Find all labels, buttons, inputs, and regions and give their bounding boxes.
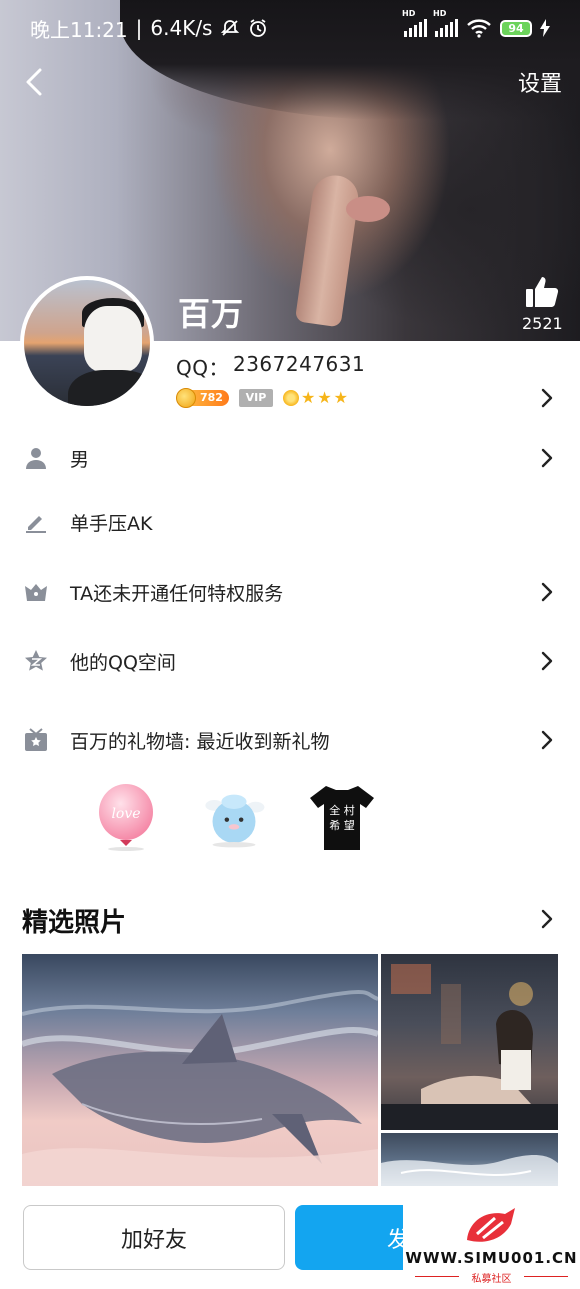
girl-window-illustration xyxy=(381,964,558,1130)
chevron-right-icon[interactable] xyxy=(540,908,554,930)
featured-photo-girl-window[interactable] xyxy=(381,954,558,1130)
profile-nickname: 百万 xyxy=(178,295,245,333)
watermark-logo xyxy=(467,1208,515,1242)
status-net-speed: 6.4K/s xyxy=(150,16,213,40)
svg-text:love: love xyxy=(111,806,140,822)
like-button[interactable]: 2521 xyxy=(522,276,563,333)
info-row-signature[interactable]: 单手压AK xyxy=(0,502,580,542)
signal-1-icon: HD xyxy=(402,9,427,37)
coin-icon xyxy=(176,388,196,408)
svg-text:全 村: 全 村 xyxy=(329,803,355,817)
gift-list: love 全 村 希 望 xyxy=(92,782,376,852)
cover-finger-shape xyxy=(294,172,362,328)
mute-bell-icon xyxy=(221,20,240,36)
featured-photo-sea[interactable] xyxy=(381,1133,558,1186)
whale-illustration xyxy=(22,990,378,1186)
gift-box-icon xyxy=(25,728,47,751)
badges-row[interactable]: 782 VIP ★ ★ ★ xyxy=(176,388,348,408)
thumbs-up-icon xyxy=(526,277,559,307)
alarm-icon xyxy=(250,19,267,37)
crown-icon xyxy=(25,584,47,601)
star-icon: ★ xyxy=(317,388,332,407)
chevron-right-icon xyxy=(541,448,553,468)
qq-number: 2367247631 xyxy=(232,352,366,376)
info-row-gender[interactable]: 男 xyxy=(0,438,580,478)
chevron-right-icon[interactable] xyxy=(540,387,554,409)
info-row-qzone[interactable]: 他的QQ空间 xyxy=(0,641,580,681)
add-friend-button[interactable]: 加好友 xyxy=(23,1205,285,1270)
status-time: 晚上11:21 xyxy=(30,17,128,42)
vip-badge: VIP xyxy=(238,389,273,407)
back-button[interactable] xyxy=(22,64,62,100)
info-row-gift-wall[interactable]: 百万的礼物墙: 最近收到新礼物 xyxy=(0,720,580,760)
pen-icon xyxy=(26,516,46,533)
info-row-privilege[interactable]: TA还未开通任何特权服务 xyxy=(0,572,580,612)
gender-label: 男 xyxy=(70,448,90,471)
qzone-label: 他的QQ空间 xyxy=(70,651,176,674)
watermark-url: WWW.SIMU001.CN xyxy=(405,1249,578,1267)
star-icon: ★ xyxy=(300,388,316,407)
love-balloon-icon[interactable]: love xyxy=(92,782,160,852)
avatar[interactable] xyxy=(20,276,154,410)
settings-button[interactable]: 设置 xyxy=(518,66,562,98)
status-bar: 晚上11:21 | 6.4K/s HD HD 94 xyxy=(0,0,580,56)
battery-icon: 94 xyxy=(500,19,532,37)
qzone-star-icon xyxy=(25,650,47,671)
blue-alpaca-plush-icon[interactable] xyxy=(200,782,268,852)
cover-lips-shape xyxy=(346,196,390,222)
likes-count: 2521 xyxy=(522,314,563,333)
black-tshirt-icon[interactable]: 全 村 希 望 xyxy=(308,782,376,852)
chevron-right-icon xyxy=(541,582,553,602)
wifi-icon xyxy=(467,19,491,38)
signal-2-icon: HD xyxy=(433,9,458,37)
person-icon xyxy=(26,448,46,469)
privilege-label: TA还未开通任何特权服务 xyxy=(70,582,284,605)
level-icons: ★ ★ ★ xyxy=(282,388,348,407)
chevron-right-icon xyxy=(541,730,553,750)
watermark: WWW.SIMU001.CN 私募社区 xyxy=(403,1204,580,1289)
featured-photos-title: 精选照片 xyxy=(22,908,127,938)
svg-text:希 望: 希 望 xyxy=(329,818,355,832)
chevron-left-icon xyxy=(26,68,42,96)
featured-photo-whale[interactable] xyxy=(22,954,378,1186)
chevron-right-icon xyxy=(541,651,553,671)
star-icon: ★ xyxy=(333,388,348,407)
sea-illustration xyxy=(381,1155,558,1186)
qq-label: QQ： xyxy=(176,356,229,380)
watermark-sub: 私募社区 xyxy=(471,1274,512,1285)
qq-id: QQ： 2367247631 xyxy=(176,352,365,381)
charging-bolt-icon xyxy=(540,19,550,37)
gift-wall-label: 百万的礼物墙: 最近收到新礼物 xyxy=(70,730,330,753)
signature-label: 单手压AK xyxy=(70,512,153,535)
sun-icon xyxy=(282,390,299,406)
coin-badge: 782 xyxy=(176,388,229,408)
